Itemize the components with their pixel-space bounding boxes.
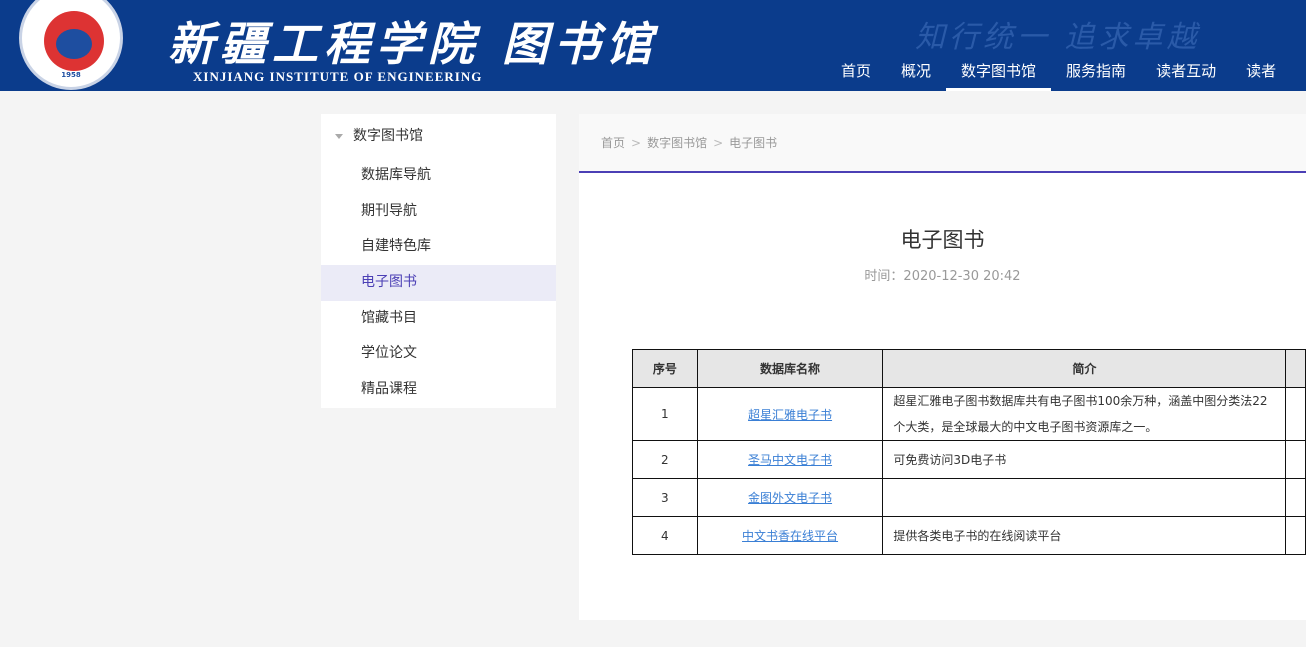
sidebar-item-theses[interactable]: 学位论文 [321, 336, 556, 372]
main-nav: 首页 概况 数字图书馆 服务指南 读者互动 读者 [826, 56, 1291, 91]
sidebar: 数字图书馆 数据库导航 期刊导航 自建特色库 电子图书 馆藏书目 学位论文 精品… [321, 114, 556, 408]
school-logo[interactable]: 1958 [19, 0, 123, 90]
col-desc: 简介 [882, 349, 1287, 388]
table-row: 2 圣马中文电子书 可免费访问3D电子书 [632, 440, 1306, 479]
sidebar-item-courses[interactable]: 精品课程 [321, 372, 556, 408]
nav-home[interactable]: 首页 [826, 56, 886, 91]
database-link[interactable]: 中文书香在线平台 [742, 529, 838, 543]
breadcrumb-current[interactable]: 电子图书 [729, 136, 777, 150]
ebook-table: 序号 数据库名称 简介 1 超星汇雅电子书 超星汇雅电子图书数据库共有电子图书100… [632, 349, 1306, 555]
nav-reader-interaction[interactable]: 读者互动 [1141, 56, 1231, 91]
nav-digital-library[interactable]: 数字图书馆 [946, 56, 1052, 91]
sidebar-item-database-nav[interactable]: 数据库导航 [321, 158, 556, 194]
table-header-row: 序号 数据库名称 简介 [632, 349, 1306, 388]
sidebar-item-ebooks[interactable]: 电子图书 [321, 265, 556, 301]
table-row: 1 超星汇雅电子书 超星汇雅电子图书数据库共有电子图书100余万种，涵盖中图分类法2… [632, 387, 1306, 441]
site-name-cn: 新疆工程学院 图书馆 [168, 17, 659, 71]
database-link[interactable]: 圣马中文电子书 [748, 453, 832, 467]
page-title: 电子图书 [900, 228, 985, 252]
table-row: 3 金图外文电子书 [632, 478, 1306, 517]
sidebar-item-catalog[interactable]: 馆藏书目 [321, 301, 556, 337]
breadcrumb-home[interactable]: 首页 [601, 136, 625, 150]
chevron-right-icon: > [713, 136, 724, 150]
publish-time: 时间：2020-12-30 20:42 [864, 269, 1021, 284]
table-row: 4 中文书香在线平台 提供各类电子书的在线阅读平台 [632, 516, 1306, 555]
sidebar-item-special-collection[interactable]: 自建特色库 [321, 229, 556, 265]
caret-down-icon [335, 133, 343, 139]
content-panel: 首页 > 数字图书馆 > 电子图书 电子图书 时间：2020-12-30 20:42 序… [579, 114, 1306, 620]
sidebar-title[interactable]: 数字图书馆 [321, 114, 556, 158]
nav-overview[interactable]: 概况 [886, 56, 946, 91]
motto: 知行统一 追求卓越 [915, 20, 1201, 55]
header: 1958 新疆工程学院 图书馆 XINJIANG INSTITUTE OF EN… [0, 0, 1306, 91]
breadcrumb: 首页 > 数字图书馆 > 电子图书 [579, 114, 1306, 173]
chevron-right-icon: > [631, 136, 642, 150]
col-name: 数据库名称 [696, 349, 884, 388]
database-link[interactable]: 金图外文电子书 [748, 491, 832, 505]
col-extra [1285, 349, 1306, 388]
nav-reader[interactable]: 读者 [1231, 56, 1291, 91]
nav-service-guide[interactable]: 服务指南 [1051, 56, 1141, 91]
database-link[interactable]: 超星汇雅电子书 [748, 408, 832, 422]
sidebar-item-journal-nav[interactable]: 期刊导航 [321, 194, 556, 230]
breadcrumb-digital-library[interactable]: 数字图书馆 [647, 136, 707, 150]
col-no: 序号 [632, 349, 698, 388]
site-name-en: XINJIANG INSTITUTE OF ENGINEERING [193, 69, 483, 84]
